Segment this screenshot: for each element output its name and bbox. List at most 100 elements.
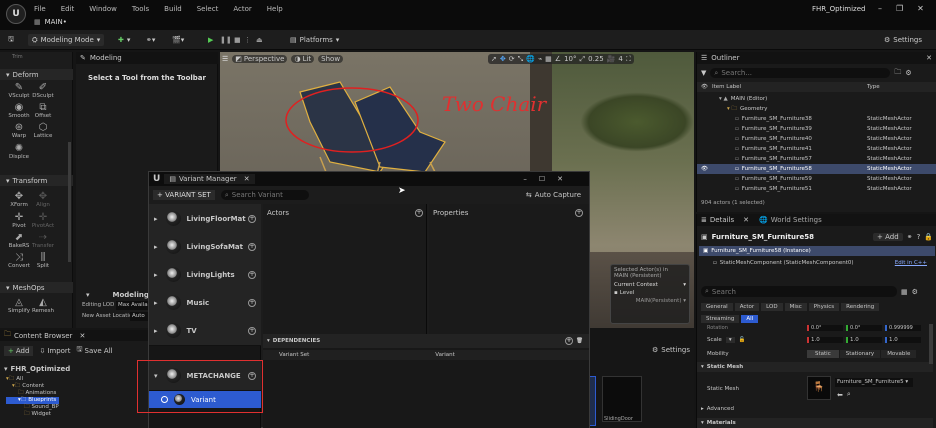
table-row-selected[interactable]: 👁 ▫ Furniture_SM_Furniture58 StaticMeshActo… — [697, 164, 936, 174]
save-all-button[interactable]: 🖫 Save All — [77, 345, 113, 356]
static-mesh-dropdown[interactable]: Furniture_SM_Furniture5 ▾ — [835, 378, 913, 387]
eject-icon[interactable]: ⏏ — [256, 34, 263, 46]
rotation-y[interactable]: 0.0° — [846, 325, 882, 331]
minimize-icon[interactable]: – — [878, 4, 882, 13]
fov-value[interactable]: 10° — [564, 55, 576, 63]
add-variant-icon[interactable]: + — [248, 326, 256, 335]
menu-build[interactable]: Build — [164, 5, 182, 13]
tool-displace[interactable]: ✺ Displce — [4, 143, 34, 160]
close-icon[interactable]: ✕ — [557, 175, 575, 183]
find-icon[interactable]: ⌕ — [847, 390, 851, 399]
tool-dsculpt[interactable]: ✐ DSculpt — [28, 82, 58, 99]
filter-actor[interactable]: Actor — [734, 303, 760, 311]
section-meshops[interactable]: ▾ MeshOps — [0, 282, 73, 293]
add-property-icon[interactable]: + — [575, 209, 583, 217]
pause-icon[interactable]: ❚❚ — [220, 34, 232, 46]
scrollbar[interactable] — [929, 324, 933, 364]
filter-physics[interactable]: Physics — [808, 303, 840, 311]
col-type[interactable]: Type — [867, 84, 880, 90]
trash-icon[interactable]: 🗑 — [576, 338, 583, 344]
lit-button[interactable]: ◑ Lit — [291, 55, 315, 63]
add-component-button[interactable]: + Add — [873, 232, 903, 241]
grid-snap-icon[interactable]: ▦ — [545, 55, 552, 63]
current-context-row[interactable]: Current Context ▾ — [614, 282, 686, 288]
close-icon[interactable]: ✕ — [79, 332, 85, 340]
tree-item-all[interactable]: ▾🗀 All — [6, 376, 59, 383]
menu-window[interactable]: Window — [89, 5, 117, 13]
menu-help[interactable]: Help — [267, 5, 283, 13]
close-icon[interactable]: ✕ — [917, 4, 924, 13]
tool-offset[interactable]: ⧉ Offset — [28, 102, 58, 119]
details-tab[interactable]: ≣ Details ✕ — [701, 216, 749, 224]
scale-icon[interactable]: ⤡ — [518, 55, 524, 64]
materials-section[interactable]: ▾ Materials — [697, 418, 933, 428]
tree-item-animations[interactable]: 🗀 Animations — [6, 390, 59, 397]
lock-icon[interactable]: 🔒 — [924, 233, 933, 241]
settings-button[interactable]: ⚙ Settings — [884, 34, 922, 46]
tree-item-sound-bp[interactable]: 🗀 Sound_BP — [6, 404, 59, 411]
blueprint-icon[interactable]: ⚭ — [907, 233, 913, 241]
blueprint-icon[interactable]: ⚭▾ — [146, 34, 155, 46]
tree-item-content[interactable]: ▾🗀 Content — [6, 383, 59, 390]
tree-item-blueprints[interactable]: ▾🗀 Blueprints — [6, 397, 59, 404]
variant-set-row[interactable]: ▸ LivingFloorMat + — [149, 204, 261, 234]
table-row[interactable]: ▫ Furniture_SM_Furniture39 StaticMeshActor — [697, 124, 936, 134]
variant-set-row[interactable]: ▸ TV + — [149, 316, 261, 346]
minimize-icon[interactable]: – — [523, 175, 539, 183]
browse-icon[interactable]: ⬅ — [837, 391, 843, 399]
variant-set-row[interactable]: ▸ LivingSofaMat + — [149, 232, 261, 262]
section-transform[interactable]: ▾ Transform — [0, 175, 73, 186]
cinematics-icon[interactable]: 🎬▾ — [172, 34, 184, 46]
editing-lod-dropdown[interactable]: Max Availa — [116, 301, 152, 310]
platforms-button[interactable]: ▤ Platforms ▾ — [290, 34, 339, 46]
scale-mode-dropdown[interactable]: ▾ — [725, 337, 735, 343]
play-icon[interactable]: ▶ — [208, 34, 213, 46]
map-tab[interactable]: ▦ MAIN• — [34, 16, 67, 28]
outliner-search-input[interactable]: ⌕ Search... — [710, 68, 891, 78]
tool-trim[interactable]: Trim — [12, 54, 23, 60]
mobility-static[interactable]: Static — [807, 350, 839, 358]
maximize-icon[interactable]: ❐ — [896, 4, 903, 13]
scale-z[interactable]: 1.0 — [885, 337, 921, 343]
menu-file[interactable]: File — [34, 5, 46, 13]
details-search-input[interactable]: ⌕ Search — [701, 286, 897, 297]
help-icon[interactable]: ? — [917, 233, 921, 241]
grid-view-icon[interactable]: ▦ — [901, 288, 908, 296]
maximize-viewport-icon[interactable]: ⛶ — [626, 55, 631, 64]
static-mesh-section[interactable]: ▾ Static Mesh — [697, 362, 933, 372]
tool-split[interactable]: ⫼ Split — [28, 252, 58, 269]
stop-icon[interactable]: ■ — [234, 34, 241, 46]
tool-align[interactable]: ✥ Align — [28, 191, 58, 208]
filter-all[interactable]: All — [741, 315, 759, 323]
tool-remesh[interactable]: ◭ Remesh — [28, 297, 58, 314]
menu-tools[interactable]: Tools — [132, 5, 149, 13]
visibility-icon[interactable]: 👁 — [701, 84, 708, 90]
add-folder-icon[interactable]: 🗀 — [894, 68, 901, 79]
surface-snap-icon[interactable]: ⌁ — [538, 55, 542, 63]
close-icon[interactable]: ✕ — [244, 175, 250, 183]
actor-name[interactable]: Furniture_SM_Furniture58 — [712, 233, 814, 241]
menu-edit[interactable]: Edit — [61, 5, 75, 13]
rotate-icon[interactable]: ⟳ — [509, 55, 515, 63]
table-row[interactable]: ▫ Furniture_SM_Furniture40 StaticMeshActor — [697, 134, 936, 144]
cb-settings-button[interactable]: ⚙ Settings — [652, 346, 690, 354]
outliner-tab[interactable]: ☰ Outliner ✕ — [697, 52, 936, 64]
modeling-tab[interactable]: ✎ Modeling — [76, 52, 218, 64]
mode-dropdown[interactable]: ⛭ Modeling Mode ▾ — [28, 34, 105, 46]
import-button[interactable]: ⇩ Import — [39, 347, 70, 355]
auto-capture-button[interactable]: ⇆ Auto Capture — [526, 191, 581, 199]
gear-icon[interactable]: ⚙ — [905, 69, 911, 77]
table-row[interactable]: ▫ Furniture_SM_Furniture59 StaticMeshActor — [697, 174, 936, 184]
filter-streaming[interactable]: Streaming — [701, 315, 740, 323]
add-button[interactable]: + Add — [4, 345, 34, 356]
tree-row-geometry[interactable]: ▾ 🗀 Geometry — [697, 104, 936, 114]
unreal-logo-icon[interactable]: U — [6, 4, 26, 24]
scrollbar[interactable] — [68, 142, 71, 262]
scale-x[interactable]: 1.0 — [807, 337, 843, 343]
camera-speed-value[interactable]: 4 — [618, 55, 622, 63]
filter-lod[interactable]: LOD — [761, 303, 783, 311]
add-variant-icon[interactable]: + — [248, 270, 256, 279]
component-row[interactable]: ▫ StaticMeshComponent (StaticMeshComponen… — [699, 258, 935, 268]
add-actor-icon[interactable]: ✚ ▾ — [118, 34, 130, 46]
variant-set-row[interactable]: ▸ Music + — [149, 288, 261, 318]
